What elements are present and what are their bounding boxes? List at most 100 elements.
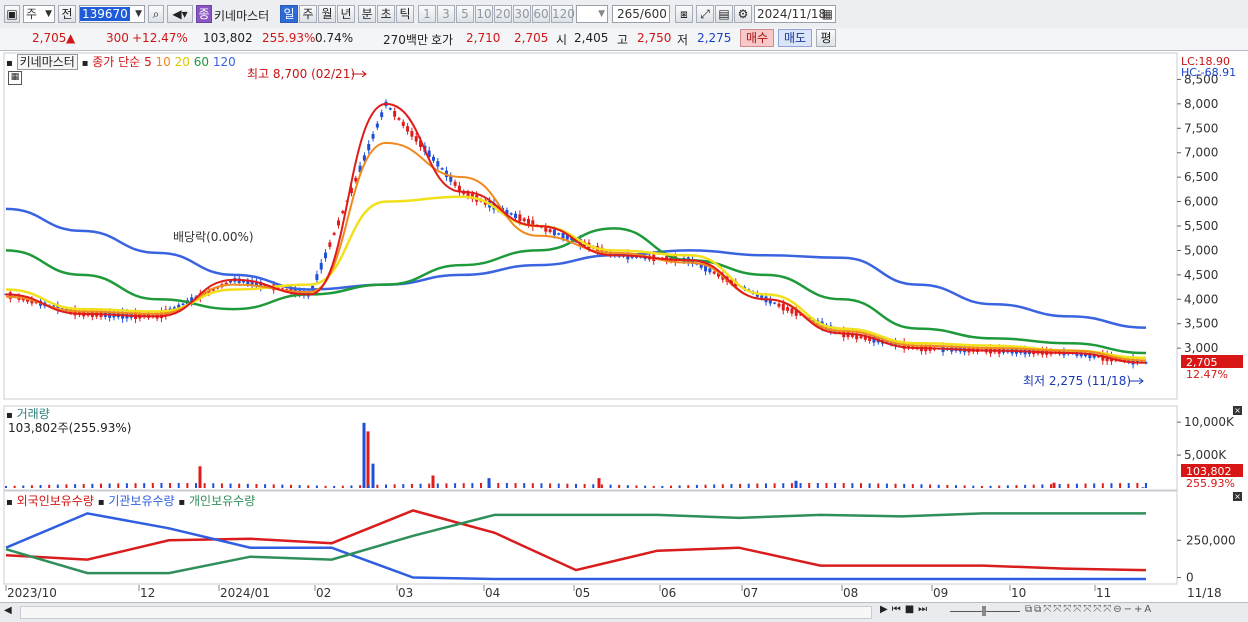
volume-bar bbox=[721, 484, 724, 488]
candle-body bbox=[354, 177, 358, 182]
volume-bar bbox=[1145, 483, 1147, 488]
market-select[interactable]: 주 ▼ bbox=[23, 5, 55, 23]
interval-60-button[interactable]: 60 bbox=[532, 5, 550, 23]
foreign-legend[interactable]: 외국인보유수량 bbox=[17, 494, 94, 508]
code-input[interactable]: 139670 ▼ bbox=[79, 5, 145, 23]
y-tick-label: 5,500 bbox=[1184, 219, 1218, 233]
volume-bar bbox=[894, 483, 897, 488]
hc-value: HC:-68.91 bbox=[1181, 66, 1236, 79]
low-annotation: 최저 2,275 (11/18) bbox=[1023, 374, 1131, 388]
count-input[interactable]: 265/600 bbox=[612, 5, 670, 23]
x-tick-label: 04 bbox=[485, 586, 500, 600]
volume-bar bbox=[730, 484, 733, 488]
volume-bar bbox=[350, 485, 353, 488]
interval-10-button[interactable]: 10 bbox=[475, 5, 493, 23]
close-icon[interactable]: × bbox=[1233, 492, 1242, 501]
institution-legend[interactable]: 기관보유수량 bbox=[108, 494, 174, 508]
volume-bar bbox=[315, 485, 318, 488]
volume-bar bbox=[39, 485, 42, 488]
period-day-button[interactable]: 일 bbox=[280, 5, 298, 23]
candle-body bbox=[406, 126, 410, 132]
volume-bar bbox=[445, 483, 448, 488]
volume-bar bbox=[670, 485, 672, 488]
zoom-handle[interactable] bbox=[982, 606, 986, 616]
ma5-legend[interactable]: 5 bbox=[144, 55, 152, 69]
interval-select[interactable]: ▼ bbox=[576, 5, 608, 23]
ask-price: 2,710 bbox=[466, 31, 501, 45]
volume-bar bbox=[816, 483, 819, 488]
ma10-legend[interactable]: 10 bbox=[156, 55, 171, 69]
ma60-legend[interactable]: 60 bbox=[194, 55, 209, 69]
period-minute-button[interactable]: 분 bbox=[358, 5, 376, 23]
individual-legend[interactable]: 개인보유수량 bbox=[189, 494, 255, 508]
volume-bar bbox=[143, 483, 146, 488]
x-tick-label: 09 bbox=[933, 586, 948, 600]
volume-bar bbox=[825, 483, 828, 488]
holdings-y-tick-label: 250,000 bbox=[1186, 533, 1236, 547]
volume-bar bbox=[431, 475, 435, 488]
search-icon[interactable]: ⌕ bbox=[148, 5, 164, 23]
period-second-button[interactable]: 초 bbox=[377, 5, 395, 23]
x-tick-label: 02 bbox=[316, 586, 331, 600]
chart-area[interactable]: 3,000 3,500 4,000 4,500 5,000 5,500 6,000 6,500… bbox=[0, 50, 1248, 603]
candle-body bbox=[367, 144, 371, 151]
candle-body bbox=[328, 242, 332, 247]
holdings-y-tick-label: 0 bbox=[1186, 571, 1194, 585]
volume-bar bbox=[65, 484, 68, 488]
period-week-button[interactable]: 주 bbox=[299, 5, 317, 23]
buy-button[interactable]: 매수 bbox=[740, 29, 774, 47]
volume-bar bbox=[376, 484, 379, 488]
volume-bar bbox=[1127, 483, 1130, 488]
ma20-legend[interactable]: 20 bbox=[175, 55, 190, 69]
candle-body bbox=[319, 262, 323, 270]
interval-30-button[interactable]: 30 bbox=[513, 5, 531, 23]
candle-body bbox=[332, 232, 336, 235]
sell-button[interactable]: 매도 bbox=[778, 29, 812, 47]
period-year-button[interactable]: 년 bbox=[337, 5, 355, 23]
x-tick-label: 11 bbox=[1096, 586, 1111, 600]
volume-bar bbox=[367, 484, 370, 488]
volume-bar bbox=[695, 484, 698, 488]
interval-1-button[interactable]: 1 bbox=[418, 5, 436, 23]
save-icon[interactable]: ▤ bbox=[715, 5, 733, 23]
ma120-legend[interactable]: 120 bbox=[213, 55, 236, 69]
volume-bar bbox=[687, 485, 690, 488]
square-icon: ▪ bbox=[97, 497, 105, 508]
layout-icon[interactable]: ▣ bbox=[4, 5, 20, 23]
code-value: 139670 bbox=[80, 7, 130, 21]
playback-controls[interactable]: ▶⏮■⏭ bbox=[880, 604, 931, 615]
y-tick-label: 3,000 bbox=[1184, 341, 1218, 355]
candle-body bbox=[371, 134, 375, 139]
volume-bar bbox=[652, 485, 655, 488]
tool-icons[interactable]: ⧉⧉⤧⤧⤧⤧⤧⤧⤧⊖−+A bbox=[1025, 604, 1153, 615]
candle-body bbox=[790, 308, 794, 314]
volume-bar bbox=[972, 485, 975, 488]
table-icon[interactable]: ▦ bbox=[8, 71, 22, 85]
stock-tag[interactable]: 키네마스터 bbox=[16, 54, 78, 70]
date-input[interactable]: 2024/11/18 ▦ bbox=[754, 5, 836, 23]
interval-120-button[interactable]: 120 bbox=[551, 5, 575, 23]
volume-bar bbox=[290, 484, 292, 488]
volume-bar bbox=[592, 484, 595, 488]
scrollbar-track[interactable] bbox=[20, 606, 872, 619]
speaker-icon[interactable]: ◀▾ bbox=[167, 5, 193, 23]
prev-button[interactable]: 전 bbox=[58, 5, 76, 23]
scroll-left-icon[interactable]: ◀ bbox=[4, 604, 16, 618]
interval-3-button[interactable]: 3 bbox=[437, 5, 455, 23]
period-tick-button[interactable]: 틱 bbox=[396, 5, 414, 23]
calendar-icon[interactable]: ▦ bbox=[822, 6, 833, 22]
volume-bar bbox=[281, 484, 284, 488]
chart-svg[interactable]: 3,000 3,500 4,000 4,500 5,000 5,500 6,000 6,500… bbox=[0, 51, 1248, 603]
candle-icon[interactable]: ⧆ bbox=[675, 5, 693, 23]
volume-bar bbox=[678, 485, 681, 488]
volume-bar bbox=[362, 422, 366, 488]
draw-tool-icon[interactable]: ⤢ bbox=[696, 5, 714, 23]
volume-bar bbox=[428, 483, 431, 488]
eval-button[interactable]: 평 bbox=[816, 29, 836, 47]
close-icon[interactable]: × bbox=[1233, 406, 1242, 415]
interval-20-button[interactable]: 20 bbox=[494, 5, 512, 23]
interval-5-button[interactable]: 5 bbox=[456, 5, 474, 23]
gear-icon[interactable]: ⚙ bbox=[734, 5, 752, 23]
volume-bar bbox=[860, 483, 862, 488]
period-month-button[interactable]: 월 bbox=[318, 5, 336, 23]
